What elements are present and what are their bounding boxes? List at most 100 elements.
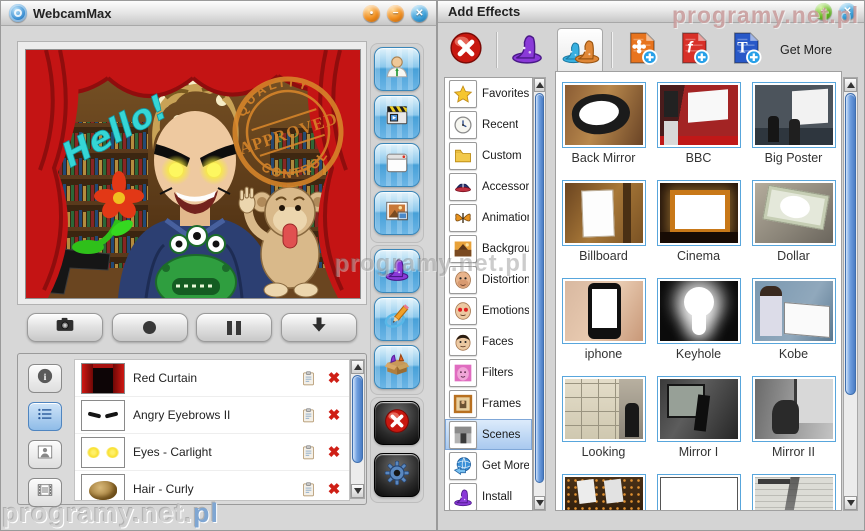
clipboard-icon[interactable]: [299, 443, 317, 461]
effect-kobe[interactable]: Kobe: [746, 278, 841, 376]
scroll-down-arrow[interactable]: [534, 496, 545, 510]
delete-effect-icon[interactable]: ✖: [325, 369, 343, 387]
image-view-button[interactable]: [28, 440, 62, 469]
delete-effect-icon[interactable]: ✖: [325, 406, 343, 424]
close-panel-button[interactable]: ✕: [839, 3, 856, 20]
scrollbar-thumb[interactable]: [352, 375, 363, 463]
applied-effect-row[interactable]: Red Curtain ✖: [75, 360, 349, 397]
effect-thumb-hair: [81, 473, 125, 500]
scroll-up-arrow[interactable]: [351, 360, 364, 374]
effect-bbc[interactable]: BBC: [651, 82, 746, 180]
clipboard-icon[interactable]: [299, 406, 317, 424]
category-distortions[interactable]: Distortions: [445, 264, 532, 295]
category-emotions[interactable]: Emotions: [445, 295, 532, 326]
category-label: Custom: [482, 149, 522, 162]
pause-button[interactable]: [196, 313, 273, 342]
clipboard-icon[interactable]: [299, 369, 317, 387]
effect-cinema[interactable]: Cinema: [651, 180, 746, 278]
category-faces[interactable]: Faces: [445, 326, 532, 357]
toolbar-separator: [611, 32, 612, 68]
add-flash-button[interactable]: f: [672, 28, 716, 72]
record-button[interactable]: [111, 313, 188, 342]
doodle-button[interactable]: [374, 297, 420, 341]
effect-thumbnail-frame: [656, 474, 741, 510]
category-frames[interactable]: Frames: [445, 388, 532, 419]
category-install[interactable]: Install: [445, 481, 532, 510]
effect-blank[interactable]: [651, 474, 746, 510]
effect-stadium[interactable]: [556, 474, 651, 510]
category-get-more[interactable]: Get More: [445, 450, 532, 481]
camera-icon: [55, 315, 75, 340]
delete-effect-icon[interactable]: ✖: [325, 443, 343, 461]
screen-source-button[interactable]: [374, 143, 420, 187]
single-effects-tab[interactable]: [505, 28, 549, 72]
effect-dollar[interactable]: Dollar: [746, 180, 841, 278]
category-recent[interactable]: Recent: [445, 109, 532, 140]
grid-scrollbar[interactable]: [843, 77, 858, 511]
info-button[interactable]: i: [28, 364, 62, 393]
category-animations[interactable]: Animations: [445, 202, 532, 233]
webcam-source-button[interactable]: [374, 47, 420, 91]
save-button[interactable]: [280, 313, 357, 342]
applied-list-scrollbar[interactable]: [350, 359, 365, 499]
video-preview-frame: Hello! QUALITY CONTROL APPROVED: [17, 41, 367, 305]
effect-billboard[interactable]: Billboard: [556, 180, 651, 278]
category-filters[interactable]: Filters: [445, 357, 532, 388]
category-favorites[interactable]: Favorites: [445, 78, 532, 109]
about-button[interactable]: •: [363, 4, 380, 22]
category-backgrounds[interactable]: Backgrounds: [445, 233, 532, 264]
minimize-button[interactable]: −: [387, 4, 404, 22]
category-scrollbar[interactable]: [533, 77, 546, 511]
effects-button[interactable]: [374, 249, 420, 293]
effects-titlebar[interactable]: Add Effects + ✕: [438, 1, 864, 23]
applied-effect-row[interactable]: Eyes - Carlight ✖: [75, 434, 349, 471]
scroll-down-arrow[interactable]: [844, 496, 857, 510]
applied-effect-row[interactable]: Angry Eyebrows II ✖: [75, 397, 349, 434]
effect-mirror-ii[interactable]: Mirror II: [746, 376, 841, 474]
effect-thumbnail: [564, 183, 643, 243]
category-accessories[interactable]: T Accessories: [445, 171, 532, 202]
video-view-button[interactable]: [28, 478, 62, 507]
effect-thumbnail-frame: [656, 180, 741, 246]
applied-effect-row[interactable]: Hair - Curly ✖: [75, 471, 349, 500]
effect-newspaper[interactable]: [746, 474, 841, 510]
picture-in-picture-icon: [384, 198, 410, 229]
scrollbar-thumb[interactable]: [535, 93, 544, 483]
applied-effects-list: Red Curtain ✖ Angry Eyebrows II ✖ Eyes - Car…: [74, 359, 350, 501]
effect-looking[interactable]: Looking: [556, 376, 651, 474]
effect-iphone[interactable]: iphone: [556, 278, 651, 376]
effect-mirror-i[interactable]: Mirror I: [651, 376, 746, 474]
scroll-up-arrow[interactable]: [844, 78, 857, 92]
delete-effect-icon[interactable]: ✖: [325, 480, 343, 498]
effect-label: Mirror II: [771, 445, 816, 459]
category-custom[interactable]: Custom: [445, 140, 532, 171]
effect-big-poster[interactable]: Big Poster: [746, 82, 841, 180]
effect-keyhole[interactable]: Keyhole: [651, 278, 746, 376]
svg-text:T: T: [461, 182, 465, 189]
window-title: WebcamMax: [33, 5, 112, 21]
list-view-button[interactable]: [28, 402, 62, 431]
snapshot-button[interactable]: [27, 313, 103, 342]
effect-thumbnail: [564, 85, 643, 145]
settings-button[interactable]: [374, 453, 420, 497]
effect-back-mirror[interactable]: Back Mirror: [556, 82, 651, 180]
effect-thumbnail: [659, 477, 738, 510]
add-photo-button[interactable]: [620, 28, 664, 72]
category-scenes[interactable]: Scenes: [445, 419, 532, 450]
effects-pack-button[interactable]: [374, 345, 420, 389]
stop-effects-button[interactable]: [374, 401, 420, 445]
video-source-button[interactable]: [374, 95, 420, 139]
clipboard-icon[interactable]: [299, 480, 317, 498]
effect-thumb-eyes: [81, 436, 125, 468]
scroll-down-arrow[interactable]: [351, 484, 364, 498]
no-effect-button[interactable]: [444, 28, 488, 72]
scroll-up-arrow[interactable]: [534, 78, 545, 92]
person-icon: [384, 54, 410, 85]
close-button[interactable]: ✕: [411, 4, 428, 22]
pip-button[interactable]: [374, 191, 420, 235]
add-text-button[interactable]: T: [724, 28, 768, 72]
effect-thumbnail-frame: [561, 180, 646, 246]
scrollbar-thumb[interactable]: [845, 93, 856, 395]
pin-button[interactable]: +: [815, 3, 832, 20]
main-titlebar[interactable]: WebcamMax • − ✕: [1, 1, 436, 26]
